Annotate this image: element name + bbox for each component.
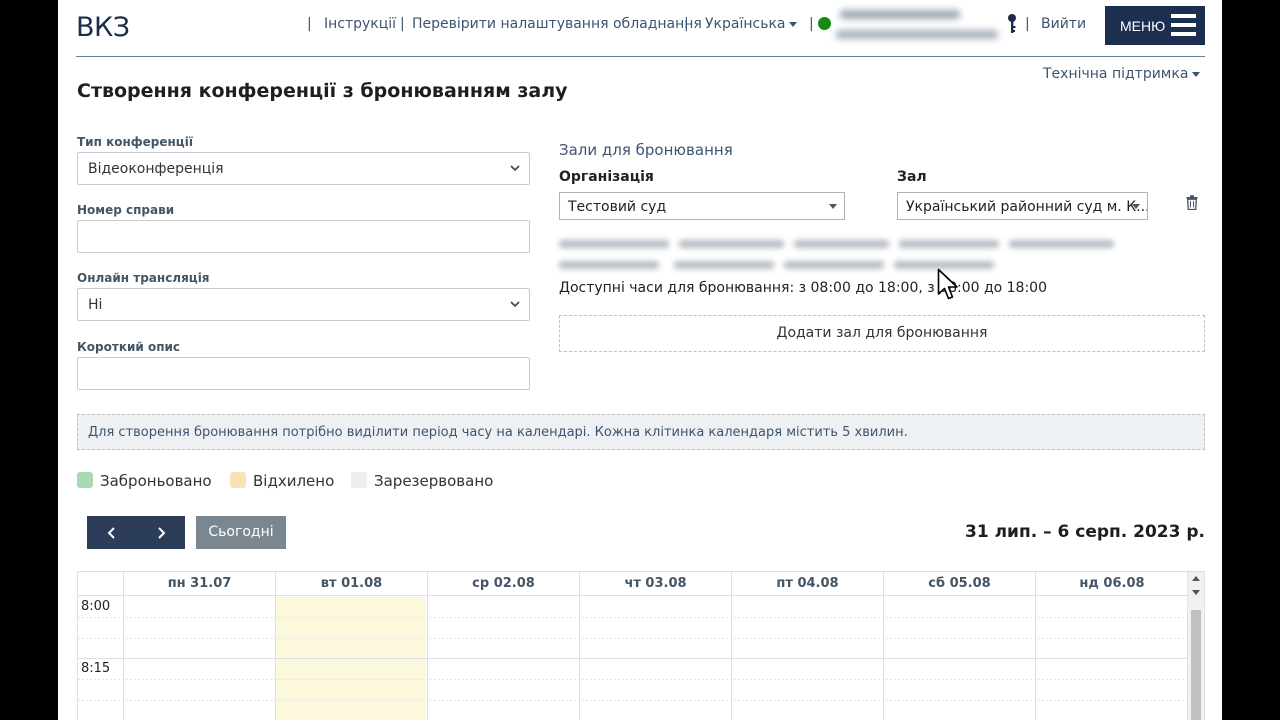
legend-swatch (351, 472, 367, 488)
conference-type-value: Відеоконференція (88, 161, 224, 177)
nav-separator: | (809, 16, 814, 32)
scrollbar-thumb[interactable] (1191, 610, 1201, 720)
grid-line (78, 658, 1188, 659)
language-label: Українська (705, 16, 786, 32)
next-week-button[interactable] (136, 516, 185, 549)
hall-value: Український районний суд м. К... (906, 199, 1148, 215)
day-header[interactable]: вт 01.08 (275, 572, 427, 596)
legend-swatch (77, 472, 93, 488)
tech-support-label: Технічна підтримка (1043, 66, 1189, 82)
calendar-scrollbar[interactable] (1187, 572, 1204, 720)
chevron-right-icon (157, 526, 165, 539)
legend-swatch (230, 472, 246, 488)
tech-support-dropdown[interactable]: Технічна підтримка (1043, 66, 1201, 82)
nav-separator: | (684, 16, 689, 32)
logo[interactable]: ВКЗ (76, 12, 130, 43)
scroll-down-icon[interactable] (1192, 590, 1200, 595)
prev-week-button[interactable] (87, 516, 136, 549)
conference-type-select[interactable]: Відеоконференція (77, 152, 530, 185)
hall-label: Зал (897, 169, 927, 185)
triangle-down-icon (829, 204, 837, 209)
conference-type-label: Тип конференції (77, 135, 193, 149)
organization-value: Тестовий суд (568, 199, 667, 215)
menu-button[interactable]: МЕНЮ (1105, 6, 1205, 45)
chevron-down-icon (510, 165, 520, 172)
page: ВКЗ | Інструкції | Перевірити налаштуван… (58, 0, 1222, 720)
case-number-input[interactable] (77, 220, 530, 253)
grid-line (78, 679, 1188, 680)
online-status-icon (818, 17, 831, 30)
online-stream-select[interactable]: Ні (77, 288, 530, 321)
calendar-grid[interactable]: пн 31.07 вт 01.08 ср 02.08 чт 03.08 пт 0… (77, 571, 1205, 720)
case-number-label: Номер справи (77, 203, 175, 217)
caret-down-icon (1192, 71, 1201, 77)
scroll-up-icon[interactable] (1192, 576, 1200, 581)
online-stream-label: Онлайн трансляція (77, 271, 210, 285)
hamburger-icon (1171, 14, 1196, 36)
grid-line (78, 617, 1188, 618)
add-hall-button[interactable]: Додати зал для бронювання (559, 315, 1205, 352)
info-banner: Для створення бронювання потрібно виділи… (77, 414, 1205, 450)
day-header[interactable]: сб 05.08 (883, 572, 1035, 596)
hall-select[interactable]: Український районний суд м. К... (897, 192, 1148, 220)
legend-label: Зарезервовано (374, 472, 494, 490)
page-title: Створення конференції з бронюванням залу (77, 80, 568, 102)
legend-label: Відхилено (253, 472, 335, 490)
language-selector[interactable]: Українська (705, 16, 798, 32)
nav-separator: | (400, 16, 405, 32)
calendar-header: пн 31.07 вт 01.08 ср 02.08 чт 03.08 пт 0… (78, 572, 1188, 596)
check-equipment-link[interactable]: Перевірити налаштування обладнання (412, 16, 702, 32)
user-info-blurred (836, 6, 998, 46)
organization-label: Організація (559, 169, 654, 185)
hall-details-blurred (559, 237, 1119, 273)
legend-booked: Заброньовано (77, 472, 212, 490)
day-header[interactable]: ср 02.08 (427, 572, 579, 596)
today-button[interactable]: Сьогодні (196, 516, 286, 549)
day-header[interactable]: нд 06.08 (1035, 572, 1188, 596)
grid-line (78, 700, 1188, 701)
short-description-input[interactable] (77, 357, 530, 390)
instructions-link[interactable]: Інструкції (324, 16, 396, 32)
header-divider (76, 56, 1205, 57)
grid-line (78, 638, 1188, 639)
key-icon[interactable] (1007, 14, 1017, 34)
legend-reserved: Зарезервовано (351, 472, 493, 490)
trash-icon[interactable] (1186, 195, 1198, 210)
organization-select[interactable]: Тестовий суд (559, 192, 845, 220)
logout-link[interactable]: Вийти (1041, 16, 1086, 32)
day-header[interactable]: пн 31.07 (123, 572, 275, 596)
time-label: 8:00 (81, 599, 111, 614)
halls-section-title: Зали для бронювання (559, 141, 733, 159)
calendar-nav-group (87, 516, 185, 549)
nav-separator: | (307, 16, 312, 32)
mouse-cursor-icon (937, 268, 958, 300)
legend-label: Заброньовано (100, 472, 212, 490)
nav-separator: | (1025, 16, 1030, 32)
legend-rejected: Відхилено (230, 472, 334, 490)
online-stream-value: Ні (88, 297, 103, 313)
day-header[interactable]: пт 04.08 (731, 572, 883, 596)
triangle-down-icon (1132, 204, 1140, 209)
chevron-left-icon (107, 526, 115, 539)
date-range: 31 лип. – 6 серп. 2023 р. (965, 522, 1205, 542)
day-header[interactable]: чт 03.08 (579, 572, 731, 596)
short-description-label: Короткий опис (77, 340, 181, 354)
available-hours: Доступні часи для бронювання: з 08:00 до… (559, 280, 1047, 296)
menu-label: МЕНЮ (1120, 17, 1166, 34)
time-label: 8:15 (81, 661, 111, 676)
chevron-down-icon (510, 301, 520, 308)
caret-down-icon (789, 21, 798, 27)
